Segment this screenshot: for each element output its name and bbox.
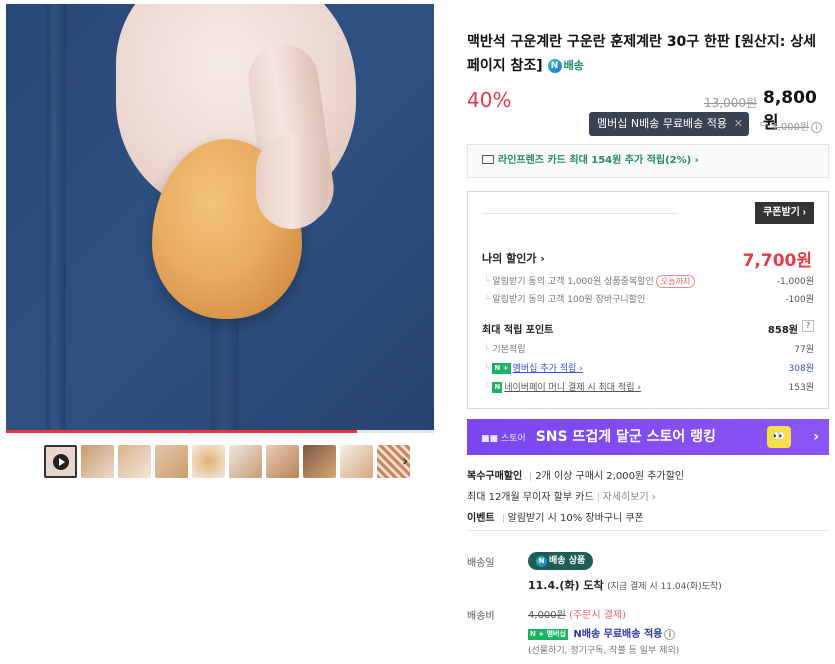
play-icon bbox=[52, 453, 69, 470]
shipping-fee-label: 배송비 bbox=[467, 611, 495, 622]
thumbnail[interactable] bbox=[155, 445, 188, 478]
delivery-product-badge: N 배송 상품 bbox=[528, 552, 594, 570]
thumbnail[interactable] bbox=[118, 445, 151, 478]
store-ranking-banner[interactable]: ■■ 스토어 SNS 뜨겁게 달군 스토어 랭킹 👀 › bbox=[467, 419, 829, 455]
today-only-tag: 오늘까지 bbox=[655, 275, 696, 288]
naver-delivery-icon: N bbox=[547, 59, 562, 73]
thumbnail[interactable] bbox=[340, 445, 373, 478]
arrival-date: 11.4.(화) 도착 (지금 결제 시 11.04(화)도착) bbox=[528, 579, 722, 592]
thumbnail-video[interactable] bbox=[44, 445, 77, 478]
event-benefit: 이벤트 알림받기 시 10% 장바구니 쿠폰 bbox=[467, 513, 644, 524]
my-price-label[interactable]: 나의 할인가 › bbox=[482, 250, 545, 266]
thumbnail[interactable] bbox=[303, 445, 336, 478]
eyes-icon: 👀 bbox=[767, 426, 791, 448]
details-link[interactable]: 자세히보기 › bbox=[603, 492, 656, 503]
multi-buy-discount: 복수구매할인 2개 이상 구매시 2,000원 추가할인 bbox=[467, 471, 685, 482]
info-icon[interactable]: i bbox=[664, 629, 676, 640]
help-icon[interactable]: ? bbox=[802, 320, 814, 332]
membership-points-link[interactable]: 멤버십 추가 적립 › bbox=[513, 364, 583, 374]
chevron-right-icon: › bbox=[813, 429, 819, 445]
naverpay-points-link[interactable]: 네이버페이 머니 결제 시 최대 적립 › bbox=[504, 383, 641, 393]
thumbnail[interactable] bbox=[192, 445, 225, 478]
card-icon bbox=[482, 154, 494, 164]
naver-pay-icon: N bbox=[492, 382, 503, 393]
main-product-image bbox=[6, 4, 434, 432]
membership-tooltip: 멤버십 N배송 무료배송 적용 ✕ bbox=[589, 112, 749, 136]
shipping-fee: 4,000원 (주문시 결제) bbox=[528, 610, 626, 621]
original-price: 13,000원 bbox=[704, 96, 758, 110]
card-promo-banner[interactable]: 라인프렌즈 카드 최대 154원 추가 적립(2%) › bbox=[467, 144, 829, 178]
max-points-label: 최대 적립 포인트 bbox=[482, 325, 554, 336]
thumbnail[interactable] bbox=[266, 445, 299, 478]
naver-plus-icon: N + bbox=[492, 363, 511, 374]
get-coupon-button[interactable]: 쿠폰받기 › bbox=[755, 202, 814, 224]
thumbnail-strip bbox=[44, 445, 410, 479]
delivery-date-label: 배송일 bbox=[467, 558, 495, 569]
tooltip-close-icon[interactable]: ✕ bbox=[734, 112, 743, 136]
video-progress-bar[interactable] bbox=[6, 430, 434, 433]
delivery-badge: N 배송 bbox=[547, 54, 584, 78]
installment-card: 최대 12개월 무이자 할부 카드 자세히보기 › bbox=[467, 492, 656, 503]
max-points-value: 858원 bbox=[767, 325, 798, 336]
product-title: 맥반석 구운계란 구운란 훈제계란 30구 한판 [원산지: 상세페이지 참조]… bbox=[467, 30, 827, 78]
thumbnail[interactable] bbox=[81, 445, 114, 478]
shipping-exclusion-note: (선물하기, 정기구독, 작불 등 일부 제외) bbox=[528, 646, 680, 656]
discount-rate: 40% bbox=[467, 88, 512, 112]
points-row: └ N 네이버페이 머니 결제 시 최대 적립 › 153원 bbox=[484, 382, 814, 393]
discount-row: └ 알림받기 동의 고객 1,000원 상품중복할인 오늘까지 -1,000원 bbox=[484, 275, 814, 288]
points-row: └ 기본적립 77원 bbox=[484, 345, 814, 355]
points-row: └ N + 멤버십 추가 적립 › 308원 bbox=[484, 363, 814, 374]
my-discount-price: 7,700원 bbox=[742, 251, 812, 271]
naver-plus-membership-icon: N + 멤버십 bbox=[528, 628, 568, 640]
thumbnail-next-button[interactable]: › bbox=[402, 451, 408, 470]
membership-free-shipping: N + 멤버십 N배송 무료배송 적용 i bbox=[528, 625, 676, 640]
info-icon[interactable]: i bbox=[811, 122, 823, 133]
naver-delivery-icon: N bbox=[536, 556, 547, 567]
coupon-benefit-box: 쿠폰받기 › 나의 할인가 › 7,700원 └ 알림받기 동의 고객 1,000… bbox=[467, 191, 829, 409]
shipping-fee-strike: ᄆ 4,000원 i bbox=[759, 118, 823, 133]
discount-row: └ 알림받기 동의 고객 100원 장바구니할인 -100원 bbox=[484, 295, 814, 305]
thumbnail[interactable] bbox=[229, 445, 262, 478]
